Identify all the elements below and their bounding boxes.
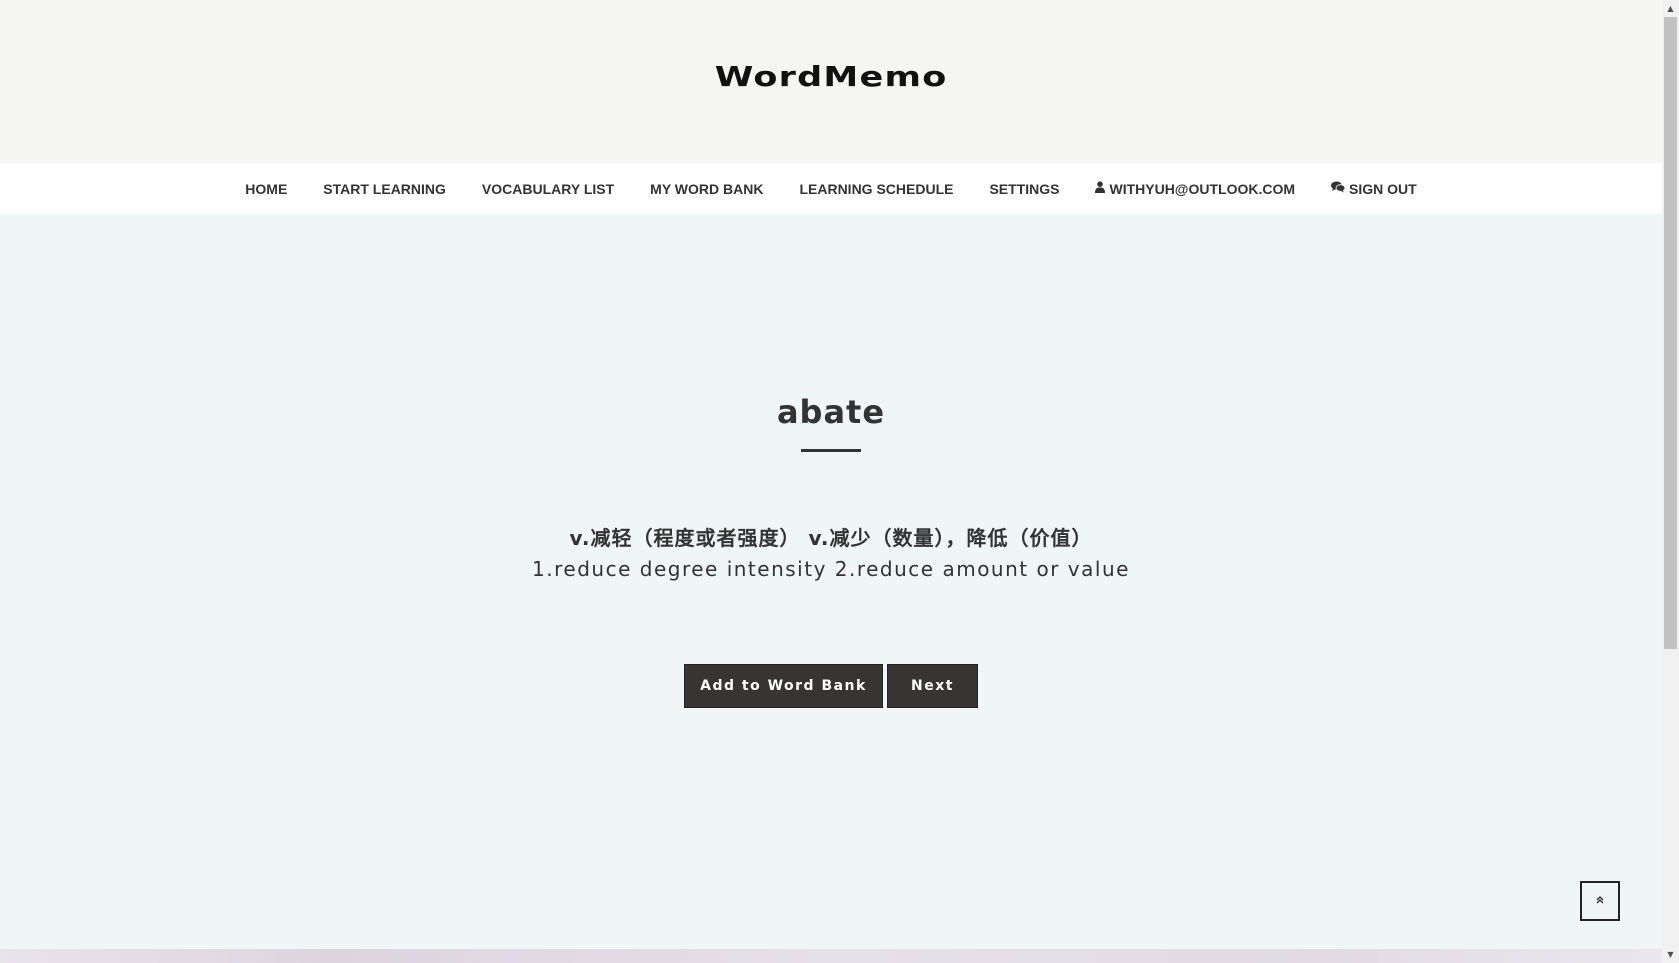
scroll-down-arrow-icon[interactable]: ▼ [1662,946,1679,963]
scroll-to-top-button[interactable] [1580,881,1620,921]
definition-chinese: v.减轻（程度或者强度） v.减少（数量），降低（价值） [569,526,1093,550]
nav-item-label: START LEARNING [323,180,446,197]
page: WordMemo HOME START LEARNING VOCABULARY … [0,0,1662,963]
nav-item-label: LEARNING SCHEDULE [799,180,954,197]
next-button[interactable]: Next [887,664,978,708]
nav-item-account[interactable]: WITHYUH@OUTLOOK.COM [1077,181,1313,197]
add-to-word-bank-button[interactable]: Add to Word Bank [684,664,883,708]
site-logo[interactable]: WordMemo [715,60,948,93]
nav-item-label: VOCABULARY LIST [481,180,615,197]
comments-icon [1331,181,1346,196]
vertical-scrollbar[interactable]: ▲ ▼ [1662,0,1679,963]
nav-item-learning-schedule[interactable]: LEARNING SCHEDULE [781,181,971,197]
nav-item-label: SETTINGS [989,180,1060,197]
word-title: abate [776,393,886,431]
nav-item-settings[interactable]: SETTINGS [971,181,1077,197]
nav-item-my-word-bank[interactable]: MY WORD BANK [632,181,781,197]
scrollbar-thumb[interactable] [1664,17,1677,649]
nav-item-label: HOME [245,180,288,197]
card-actions: Add to Word Bank Next [0,664,1662,708]
nav-item-label: MY WORD BANK [650,180,764,197]
main-nav: HOME START LEARNING VOCABULARY LIST MY W… [0,163,1662,214]
nav-item-sign-out[interactable]: SIGN OUT [1313,181,1435,197]
nav-item-home[interactable]: HOME [227,181,305,197]
nav-item-label: SIGN OUT [1349,180,1417,197]
title-underline [801,449,861,452]
nav-item-vocabulary-list[interactable]: VOCABULARY LIST [464,181,632,197]
definition-english: 1.reduce degree intensity 2.reduce amoun… [532,557,1130,581]
footer-background-strip [0,949,1662,963]
nav-item-label: WITHYUH@OUTLOOK.COM [1109,180,1296,197]
nav-item-start-learning[interactable]: START LEARNING [305,181,464,197]
scroll-up-arrow-icon[interactable]: ▲ [1662,0,1679,17]
site-header: WordMemo [0,0,1662,163]
user-icon [1095,181,1106,196]
word-card: abate v.减轻（程度或者强度） v.减少（数量），降低（价值） 1.red… [0,214,1662,949]
double-chevron-up-icon [1595,894,1605,908]
